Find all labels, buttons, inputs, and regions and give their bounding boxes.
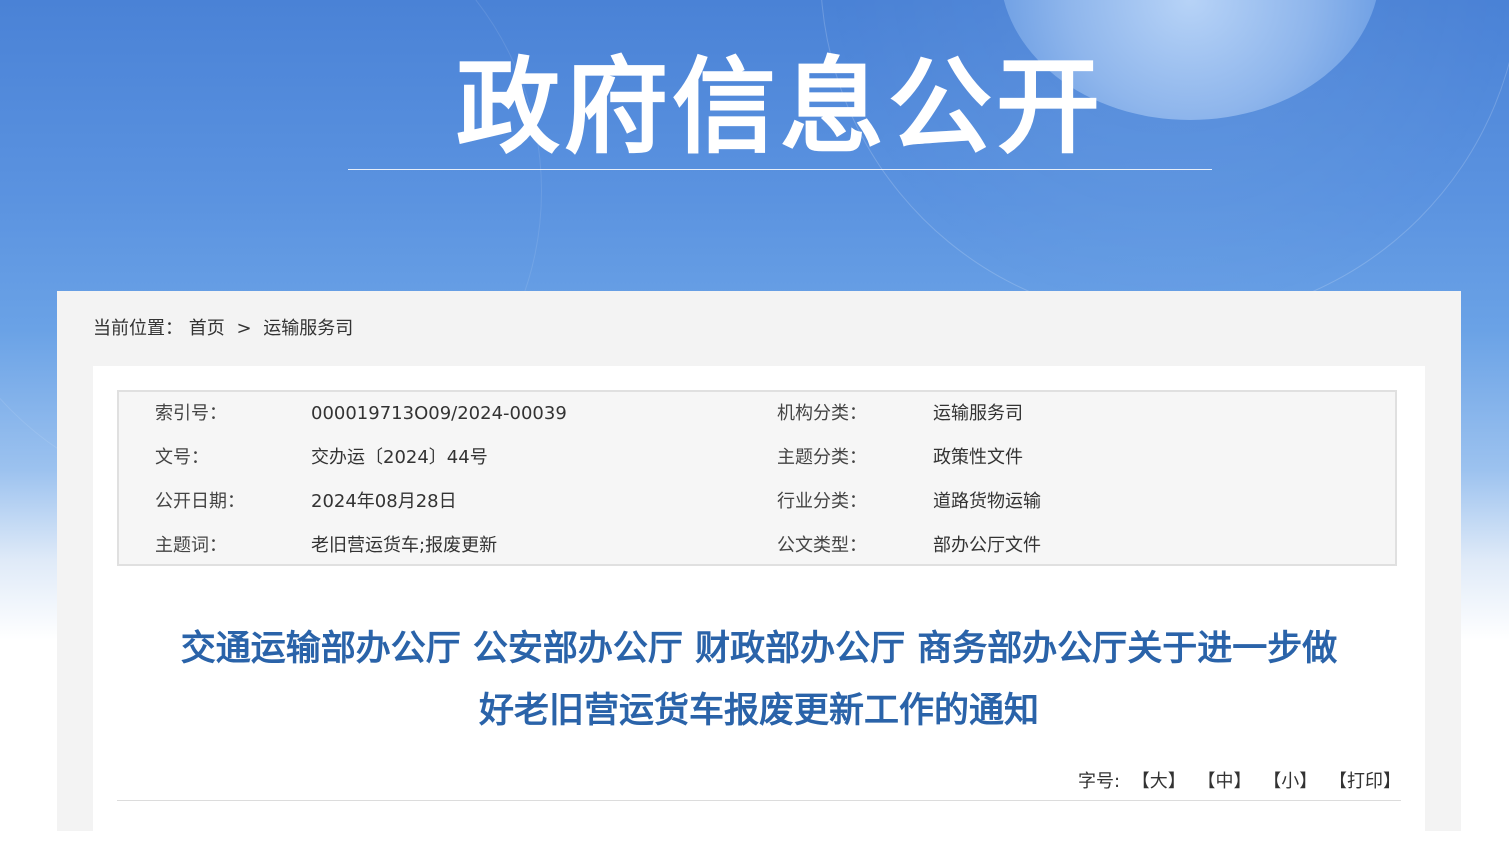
breadcrumb-home-link[interactable]: 首页 [189, 318, 225, 339]
document-title-line: 好老旧营运货车报废更新工作的通知 [478, 691, 1039, 731]
org-label: 机构分类： [777, 403, 867, 424]
keywords-label: 主题词： [155, 535, 227, 556]
meta-row: 主题词： 老旧营运货车;报废更新 公文类型： 部办公厅文件 [119, 524, 1395, 568]
document-metadata-table: 索引号： 000019713O09/2024-00039 机构分类： 运输服务司… [117, 390, 1397, 566]
topic-label: 主题分类： [777, 447, 867, 468]
document-title-line: 交通运输部办公厅 公安部办公厅 财政部办公厅 商务部办公厅关于进一步做 [180, 629, 1338, 669]
font-size-large-button[interactable]: 【大】 [1126, 771, 1186, 792]
breadcrumb-separator: > [236, 318, 252, 339]
org-value: 运输服务司 [933, 403, 1023, 424]
meta-row: 文号： 交办运〔2024〕44号 主题分类： 政策性文件 [119, 436, 1395, 480]
docno-value: 交办运〔2024〕44号 [311, 447, 488, 468]
breadcrumb-current-link[interactable]: 运输服务司 [263, 318, 353, 339]
meta-row: 索引号： 000019713O09/2024-00039 机构分类： 运输服务司 [119, 392, 1395, 436]
meta-row: 公开日期： 2024年08月28日 行业分类： 道路货物运输 [119, 480, 1395, 524]
article-panel: 索引号： 000019713O09/2024-00039 机构分类： 运输服务司… [93, 366, 1425, 846]
doctype-label: 公文类型： [777, 535, 867, 556]
industry-value: 道路货物运输 [933, 491, 1041, 512]
index-label: 索引号： [155, 403, 227, 424]
doctype-value: 部办公厅文件 [933, 535, 1041, 556]
docno-label: 文号： [155, 447, 209, 468]
keywords-value: 老旧营运货车;报废更新 [311, 535, 498, 556]
document-title: 交通运输部办公厅 公安部办公厅 财政部办公厅 商务部办公厅关于进一步做 好老旧营… [93, 618, 1425, 742]
index-value: 000019713O09/2024-00039 [311, 403, 567, 424]
font-size-label: 字号: [1077, 771, 1121, 792]
font-size-medium-button[interactable]: 【中】 [1192, 771, 1252, 792]
breadcrumb: 当前位置： 首页 > 运输服务司 [93, 315, 353, 343]
font-size-small-button[interactable]: 【小】 [1257, 771, 1317, 792]
breadcrumb-prefix: 当前位置： [93, 318, 183, 339]
content-container: 当前位置： 首页 > 运输服务司 索引号： 000019713O09/2024-… [57, 291, 1461, 846]
industry-label: 行业分类： [777, 491, 867, 512]
content-divider [117, 800, 1401, 801]
date-label: 公开日期： [155, 491, 245, 512]
topic-value: 政策性文件 [933, 447, 1023, 468]
banner-divider [348, 169, 1212, 170]
date-value: 2024年08月28日 [311, 491, 457, 512]
font-size-toolbar: 字号: 【大】 【中】 【小】 【打印】 [1078, 768, 1401, 796]
banner-title: 政府信息公开 [455, 46, 1104, 168]
print-button[interactable]: 【打印】 [1323, 771, 1401, 792]
